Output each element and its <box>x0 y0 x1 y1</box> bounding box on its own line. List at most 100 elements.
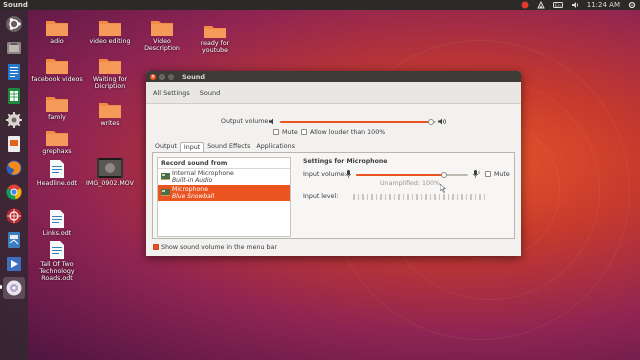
network-icon[interactable] <box>536 1 545 9</box>
sound-card-icon <box>161 173 170 180</box>
folder-icon <box>99 59 121 74</box>
folder-icon <box>151 21 173 36</box>
desktop-icon-label: adio <box>50 38 64 45</box>
meter-segment <box>461 194 463 200</box>
output-volume-slider[interactable] <box>280 119 436 125</box>
maximize-button[interactable]: □ <box>168 73 174 80</box>
dash-button[interactable] <box>3 13 25 35</box>
desktop-icon-label: video editing <box>89 38 131 45</box>
allow-louder-label: Allow louder than 100% <box>310 129 386 136</box>
document-icon <box>50 160 64 178</box>
all-settings-button[interactable]: All Settings <box>153 89 190 97</box>
window-title: Sound <box>182 72 206 81</box>
meter-segment <box>429 194 431 200</box>
slider-knob[interactable] <box>441 172 447 178</box>
settings-launcher[interactable] <box>3 109 25 131</box>
spreadsheet-launcher[interactable] <box>3 85 25 107</box>
running-indicator <box>0 285 2 289</box>
speaker-high-icon <box>438 118 446 125</box>
impress-presentation-launcher[interactable] <box>3 253 25 275</box>
folder-icon <box>46 59 68 74</box>
meter-segment <box>380 194 382 200</box>
calc-launcher[interactable] <box>3 229 25 251</box>
folder-icon <box>46 21 68 36</box>
tab-applications[interactable]: Applications <box>253 142 297 152</box>
desktop-folder-writes[interactable]: writes <box>84 101 136 127</box>
clock[interactable]: 11:24 AM <box>587 1 620 9</box>
output-mute-checkbox[interactable] <box>273 129 279 135</box>
text-editor-icon <box>8 64 20 80</box>
unamplified-label: Unamplified: 100% <box>380 180 441 187</box>
power-gear-icon[interactable] <box>628 1 636 9</box>
settings-heading: Settings for Microphone <box>303 158 388 165</box>
sound-settings-window: × – □ Sound All Settings Sound Output vo… <box>146 71 521 256</box>
desktop-icon-label: facebook videos <box>31 76 83 83</box>
meter-segment <box>384 194 386 200</box>
input-tab-panel: Record sound from Internal Microphone Bu… <box>152 152 515 239</box>
close-button[interactable]: × <box>150 73 156 80</box>
output-mute-label: Mute <box>282 129 298 136</box>
slider-knob[interactable] <box>428 119 434 125</box>
desktop-folder-adio[interactable]: adio <box>31 19 83 45</box>
window-titlebar[interactable]: × – □ Sound <box>146 71 521 82</box>
text-editor-launcher[interactable] <box>3 61 25 83</box>
firefox-launcher[interactable] <box>3 157 25 179</box>
settings-icon <box>6 112 22 128</box>
chrome-launcher[interactable] <box>3 181 25 203</box>
tab-input[interactable]: Input <box>179 142 205 152</box>
meter-segment <box>389 194 391 200</box>
meter-segment <box>474 194 476 200</box>
desktop-folder-famly[interactable]: famly <box>31 95 83 121</box>
files-launcher[interactable] <box>3 37 25 59</box>
meter-segment <box>393 194 395 200</box>
volume-icon[interactable] <box>571 1 579 9</box>
meter-segment <box>407 194 409 200</box>
tab-sound-effects[interactable]: Sound Effects <box>204 142 253 152</box>
meter-segment <box>353 194 355 200</box>
desktop-file-links[interactable]: Links.odt <box>31 210 83 237</box>
desktop-folder-video-editing[interactable]: video editing <box>84 19 136 45</box>
video-thumbnail-icon <box>97 158 123 178</box>
minimize-button[interactable]: – <box>159 73 165 80</box>
folder-icon <box>46 97 68 112</box>
slider-fill <box>356 174 444 176</box>
allow-louder-checkbox[interactable] <box>301 129 307 135</box>
meter-segment <box>357 194 359 200</box>
input-volume-slider[interactable] <box>356 172 468 178</box>
meter-segment <box>456 194 458 200</box>
speaker-low-icon <box>269 118 273 125</box>
desktop-folder-grephaxs[interactable]: grephaxs <box>31 129 83 155</box>
desktop-folder-ready-for-youtube[interactable]: ready for youtube <box>189 24 241 54</box>
meter-segment <box>465 194 467 200</box>
desktop-icon-label: grephaxs <box>42 148 72 155</box>
impress-icon <box>8 136 20 152</box>
keyboard-icon[interactable]: En <box>552 1 563 9</box>
impress-launcher[interactable] <box>3 133 25 155</box>
device-internal-microphone[interactable]: Internal Microphone Built-in Audio <box>158 169 290 185</box>
slider-fill <box>280 121 431 123</box>
top-panel: Sound En 11:24 AM <box>0 0 640 10</box>
desktop-icon-label: Waiting for Dicription <box>92 76 128 90</box>
desktop-file-tall-of-two-technology-roads[interactable]: Tall Of Two Technology Roads.odt <box>31 241 83 282</box>
microphone-high-icon <box>472 170 480 178</box>
desktop-folder-video-description[interactable]: Video Description <box>136 19 188 52</box>
screen-recorder-icon <box>6 208 22 224</box>
desktop-file-headline[interactable]: Headline.odt <box>31 160 83 187</box>
device-subtitle: Blue Snowball <box>172 193 215 200</box>
desktop-folder-waiting-for-dicription[interactable]: Waiting for Dicription <box>84 57 136 90</box>
sound-launcher-active[interactable] <box>3 277 25 299</box>
meter-segment <box>447 194 449 200</box>
close-icon: × <box>150 73 156 80</box>
desktop-file-img-0902-mov[interactable]: IMG_0902.MOV <box>84 158 136 187</box>
record-indicator-icon[interactable] <box>521 1 529 9</box>
meter-segment <box>362 194 364 200</box>
meter-segment <box>470 194 472 200</box>
document-icon <box>50 241 64 259</box>
desktop-folder-facebook-videos[interactable]: facebook videos <box>31 57 83 83</box>
screen-recorder-launcher[interactable] <box>3 205 25 227</box>
tab-output[interactable]: Output <box>152 142 180 152</box>
input-mute-checkbox[interactable] <box>485 171 491 177</box>
show-volume-menubar-checkbox[interactable] <box>153 244 159 250</box>
device-microphone-selected[interactable]: Microphone Blue Snowball <box>158 185 290 201</box>
folder-icon <box>99 21 121 36</box>
